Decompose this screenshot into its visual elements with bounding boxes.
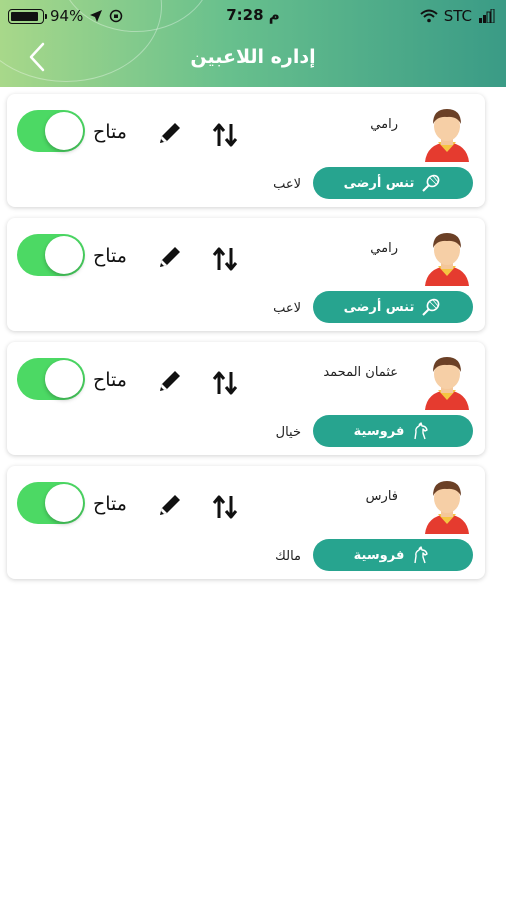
carrier-name: STC [443,7,472,25]
avatar [421,228,473,286]
avatar [421,104,473,162]
status-bar: 94% 7:28 م STC [0,0,506,30]
swap-arrows-icon[interactable] [210,120,240,150]
page-title: إداره اللاعبين [190,46,316,68]
role-label: مالك [275,549,301,564]
sport-label: تنس أرضى [343,299,415,315]
sport-label: تنس أرضى [343,175,415,191]
player-card[interactable]: رامي متاح تنس أرضى لاعب [7,94,485,207]
sport-badge: فروسية [313,539,473,571]
toggle-knob [45,484,83,522]
toggle-knob [45,236,83,274]
header-bar: 94% 7:28 م STC إداره اللاعبين [0,0,506,87]
toggle-knob [45,112,83,150]
sport-label: فروسية [353,547,405,563]
player-card[interactable]: عثمان المحمد متاح فروسية خيال [7,342,485,455]
player-card[interactable]: فارس متاح فروسية مالك [7,466,485,579]
player-name: فارس [365,489,398,504]
horse-icon [410,420,432,442]
wifi-icon [420,9,438,23]
avatar [421,476,473,534]
edit-pencil-icon[interactable] [155,490,185,520]
sport-badge: فروسية [313,415,473,447]
role-label: لاعب [273,177,301,192]
tennis-racket-icon [420,172,442,194]
player-name: رامي [370,241,398,256]
swap-arrows-icon[interactable] [210,368,240,398]
edit-pencil-icon[interactable] [155,242,185,272]
horse-icon [410,544,432,566]
availability-toggle[interactable] [17,234,85,276]
availability-toggle[interactable] [17,110,85,152]
sport-badge: تنس أرضى [313,291,473,323]
availability-toggle[interactable] [17,358,85,400]
sport-badge: تنس أرضى [313,167,473,199]
avatar [421,352,473,410]
swap-arrows-icon[interactable] [210,492,240,522]
availability-label: متاح [93,369,127,391]
swap-arrows-icon[interactable] [210,244,240,274]
edit-pencil-icon[interactable] [155,118,185,148]
toggle-knob [45,360,83,398]
role-label: لاعب [273,301,301,316]
availability-label: متاح [93,121,127,143]
player-name: عثمان المحمد [323,365,398,380]
tennis-racket-icon [420,296,442,318]
signal-icon [479,9,495,23]
role-label: خيال [275,425,301,440]
availability-toggle[interactable] [17,482,85,524]
player-card[interactable]: رامي متاح تنس أرضى لاعب [7,218,485,331]
edit-pencil-icon[interactable] [155,366,185,396]
availability-label: متاح [93,493,127,515]
availability-label: متاح [93,245,127,267]
sport-label: فروسية [353,423,405,439]
status-bar-right: STC [420,7,496,25]
player-name: رامي [370,117,398,132]
